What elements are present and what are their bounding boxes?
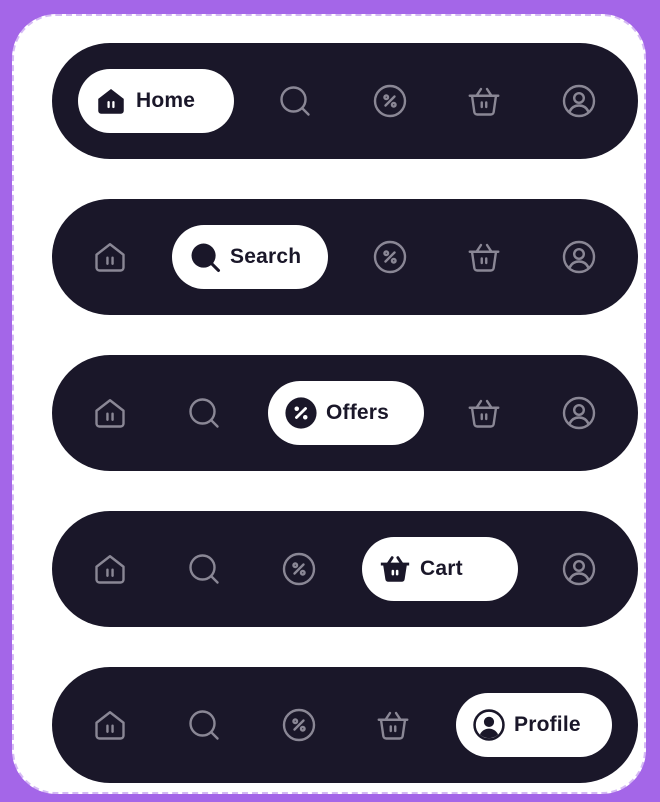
- tab-search[interactable]: [174, 373, 234, 453]
- tab-cart[interactable]: Cart: [362, 537, 518, 601]
- user-icon: [561, 395, 597, 431]
- user-icon: [472, 708, 506, 742]
- tab-search[interactable]: [174, 529, 234, 609]
- tab-profile[interactable]: [549, 61, 609, 141]
- tab-label: Offers: [326, 401, 390, 424]
- nav-showcase-card: Home Search Offers Cart Profile: [12, 14, 646, 794]
- tab-label: Home: [136, 89, 196, 112]
- tab-profile[interactable]: [549, 217, 609, 297]
- percent-icon: [372, 83, 408, 119]
- tab-home[interactable]: Home: [78, 69, 234, 133]
- home-icon: [94, 84, 128, 118]
- home-icon: [92, 395, 128, 431]
- tab-cart[interactable]: [363, 685, 423, 765]
- percent-icon: [281, 707, 317, 743]
- basket-icon: [375, 707, 411, 743]
- tab-cart[interactable]: [454, 217, 514, 297]
- tab-offers[interactable]: Offers: [268, 381, 424, 445]
- nav-bar-search-active: Search: [52, 199, 638, 315]
- tab-offers[interactable]: [360, 217, 420, 297]
- basket-icon: [466, 239, 502, 275]
- tab-profile[interactable]: [549, 529, 609, 609]
- tab-search[interactable]: [265, 61, 325, 141]
- search-icon: [277, 83, 313, 119]
- user-icon: [561, 551, 597, 587]
- percent-icon: [284, 396, 318, 430]
- nav-bar-cart-active: Cart: [52, 511, 638, 627]
- tab-offers[interactable]: [269, 529, 329, 609]
- tab-label: Cart: [420, 557, 463, 580]
- basket-icon: [466, 83, 502, 119]
- search-icon: [188, 240, 222, 274]
- home-icon: [92, 707, 128, 743]
- tab-home[interactable]: [80, 529, 140, 609]
- tab-home[interactable]: [80, 685, 140, 765]
- home-icon: [92, 239, 128, 275]
- tab-label: Search: [230, 245, 302, 268]
- search-icon: [186, 551, 222, 587]
- search-icon: [186, 395, 222, 431]
- percent-icon: [372, 239, 408, 275]
- tab-home[interactable]: [80, 373, 140, 453]
- tab-search[interactable]: Search: [172, 225, 328, 289]
- basket-icon: [466, 395, 502, 431]
- nav-bar-profile-active: Profile: [52, 667, 638, 783]
- tab-cart[interactable]: [454, 61, 514, 141]
- tab-cart[interactable]: [454, 373, 514, 453]
- tab-search[interactable]: [174, 685, 234, 765]
- tab-offers[interactable]: [269, 685, 329, 765]
- basket-icon: [378, 552, 412, 586]
- tab-profile[interactable]: Profile: [456, 693, 612, 757]
- home-icon: [92, 551, 128, 587]
- tab-profile[interactable]: [549, 373, 609, 453]
- user-icon: [561, 239, 597, 275]
- tab-offers[interactable]: [360, 61, 420, 141]
- tab-home[interactable]: [80, 217, 140, 297]
- nav-bar-home-active: Home: [52, 43, 638, 159]
- user-icon: [561, 83, 597, 119]
- percent-icon: [281, 551, 317, 587]
- nav-bar-offers-active: Offers: [52, 355, 638, 471]
- tab-label: Profile: [514, 713, 581, 736]
- search-icon: [186, 707, 222, 743]
